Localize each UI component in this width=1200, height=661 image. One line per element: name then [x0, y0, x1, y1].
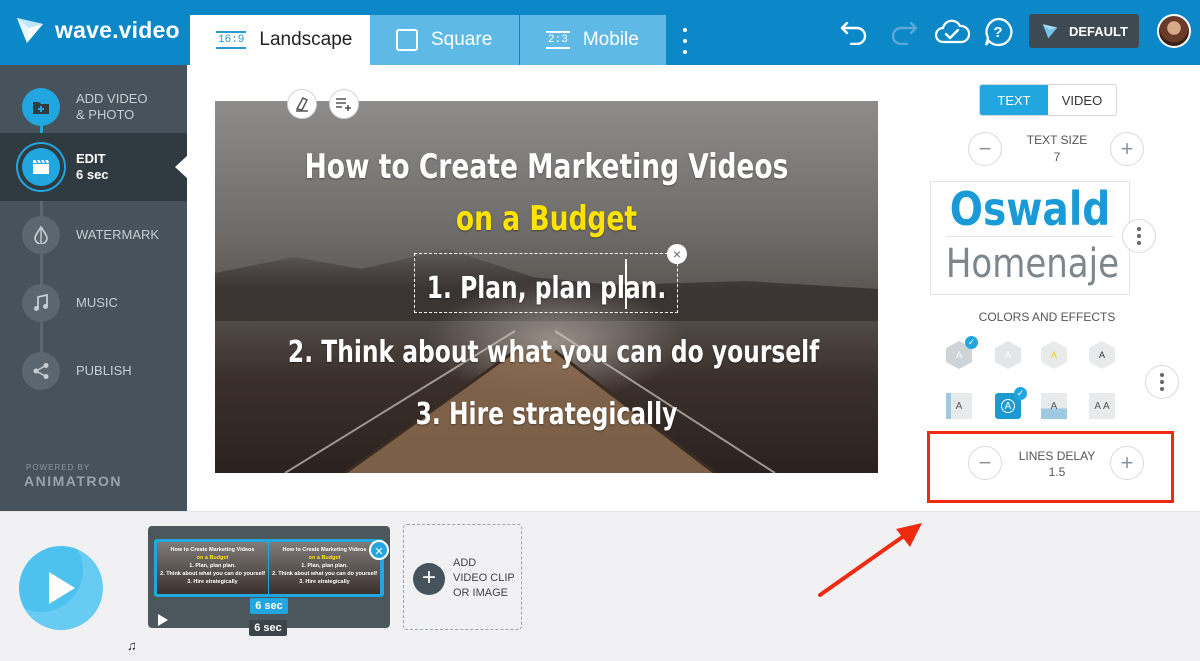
step-duration: 6 sec — [76, 167, 109, 183]
steps-sidebar: ADD VIDEO & PHOTO EDIT 6 sec WATERMARK M… — [0, 65, 187, 511]
clapperboard-icon — [22, 148, 60, 186]
color-style-1[interactable]: A✓ — [944, 340, 974, 370]
video-line-3[interactable]: 3. Hire strategically — [288, 397, 805, 432]
animation-style-4[interactable]: AA — [1087, 391, 1117, 421]
video-title[interactable]: How to Create Marketing Videos — [288, 147, 805, 187]
watermark-drop-icon — [22, 216, 60, 254]
cloud-saved-icon[interactable] — [934, 14, 970, 50]
square-icon — [396, 29, 418, 51]
svg-text:?: ? — [993, 24, 1002, 41]
plus-icon: + — [413, 563, 445, 595]
step-publish[interactable]: PUBLISH — [0, 337, 187, 405]
tab-text[interactable]: TEXT — [980, 85, 1048, 115]
properties-panel: TEXT VIDEO − TEXT SIZE 7 + Oswald Homena… — [927, 65, 1200, 511]
animation-style-3[interactable]: A — [1039, 391, 1069, 421]
theme-button[interactable]: DEFAULT — [1029, 14, 1139, 48]
share-icon — [22, 352, 60, 390]
add-clip-label: ADD VIDEO CLIP OR IMAGE — [453, 556, 515, 601]
step-label: ADD VIDEO & PHOTO — [76, 91, 148, 123]
music-note-icon — [22, 284, 60, 322]
text-selection-box[interactable] — [414, 253, 678, 313]
color-style-2[interactable]: A — [993, 340, 1023, 370]
theme-label: DEFAULT — [1069, 24, 1128, 39]
tab-label: Mobile — [583, 29, 639, 51]
color-style-4[interactable]: A — [1087, 340, 1117, 370]
clear-formatting-icon[interactable] — [287, 89, 317, 119]
step-label: MUSIC — [76, 295, 118, 311]
text-size-value: 7 — [997, 150, 1117, 164]
step-edit[interactable]: EDIT 6 sec — [0, 133, 187, 201]
redo-icon[interactable] — [886, 14, 922, 50]
video-preview[interactable]: How to Create Marketing Videos on a Budg… — [215, 101, 878, 473]
font-more-icon[interactable] — [1122, 219, 1156, 253]
wave-logo-icon — [1041, 22, 1059, 40]
text-size-increase-button[interactable]: + — [1110, 132, 1144, 166]
clip-thumbnail: How to Create Marketing Videos on a Budg… — [157, 542, 269, 594]
more-tabs-icon[interactable] — [676, 28, 694, 54]
lines-delay-increase-button[interactable]: + — [1110, 446, 1144, 480]
clip-duration-badge: 6 sec — [250, 598, 288, 614]
animation-style-2[interactable]: A✓ — [993, 391, 1023, 421]
help-icon[interactable]: ? — [980, 14, 1016, 50]
wave-logo-icon — [14, 14, 46, 46]
lines-delay-label: LINES DELAY — [997, 449, 1117, 463]
folder-icon — [22, 88, 60, 126]
clip-thumbnails: How to Create Marketing Videos on a Budg… — [154, 539, 384, 597]
text-size-label: TEXT SIZE — [997, 133, 1117, 147]
tab-label: Landscape — [259, 29, 352, 51]
step-music[interactable]: MUSIC — [0, 269, 187, 337]
tab-square[interactable]: Square — [370, 15, 519, 65]
canvas-area: How to Create Marketing Videos on a Budg… — [187, 65, 927, 511]
clip-thumbnail: How to Create Marketing Videos on a Budg… — [269, 542, 381, 594]
close-icon[interactable]: × — [667, 244, 687, 264]
step-label: PUBLISH — [76, 363, 132, 379]
animatron-logo: ANIMATRON — [24, 473, 122, 489]
music-track-icon[interactable]: ♫ — [127, 638, 137, 653]
tab-label: Square — [431, 29, 492, 51]
colors-effects-title: COLORS AND EFFECTS — [962, 310, 1132, 324]
video-subtitle[interactable]: on a Budget — [288, 199, 805, 239]
tab-video[interactable]: VIDEO — [1048, 85, 1116, 115]
top-bar: wave.video 16:9 Landscape Square 2:3 Mob… — [0, 0, 1200, 65]
app-name: wave.video — [55, 17, 180, 44]
step-add-video[interactable]: ADD VIDEO & PHOTO — [0, 73, 187, 141]
clip-play-icon[interactable] — [158, 614, 168, 626]
lines-delay-value: 1.5 — [997, 465, 1117, 479]
tab-mobile[interactable]: 2:3 Mobile — [520, 15, 666, 65]
ratio-2-3-icon: 2:3 — [546, 31, 570, 49]
play-icon — [44, 569, 78, 607]
video-line-2[interactable]: 2. Think about what you can do yourself — [288, 335, 805, 370]
font-pair-selector[interactable]: Oswald Homenaje — [930, 181, 1130, 295]
ratio-16-9-icon: 16:9 — [216, 31, 246, 49]
add-text-line-icon[interactable] — [329, 89, 359, 119]
timeline-clip[interactable]: How to Create Marketing Videos on a Budg… — [148, 526, 390, 628]
color-style-3[interactable]: A — [1039, 340, 1069, 370]
add-clip-button[interactable]: + ADD VIDEO CLIP OR IMAGE — [403, 524, 522, 630]
text-caret — [625, 259, 627, 309]
play-button[interactable] — [19, 546, 103, 630]
total-duration-badge: 6 sec — [249, 620, 287, 636]
timeline: How to Create Marketing Videos on a Budg… — [0, 511, 1200, 661]
avatar[interactable] — [1157, 14, 1191, 48]
powered-by-label: POWERED BY — [26, 463, 90, 472]
font-primary: Oswald — [946, 182, 1114, 236]
undo-icon[interactable] — [836, 14, 872, 50]
animation-style-1[interactable]: A — [944, 391, 974, 421]
mode-toggle: TEXT VIDEO — [979, 84, 1117, 116]
font-secondary: Homenaje — [946, 236, 1114, 292]
app-logo[interactable]: wave.video — [14, 14, 180, 46]
step-watermark[interactable]: WATERMARK — [0, 201, 187, 269]
remove-clip-icon[interactable]: × — [369, 540, 389, 560]
step-label: EDIT 6 sec — [76, 151, 109, 183]
tab-landscape[interactable]: 16:9 Landscape — [190, 15, 370, 65]
step-label: WATERMARK — [76, 227, 159, 243]
effects-more-icon[interactable] — [1145, 365, 1179, 399]
